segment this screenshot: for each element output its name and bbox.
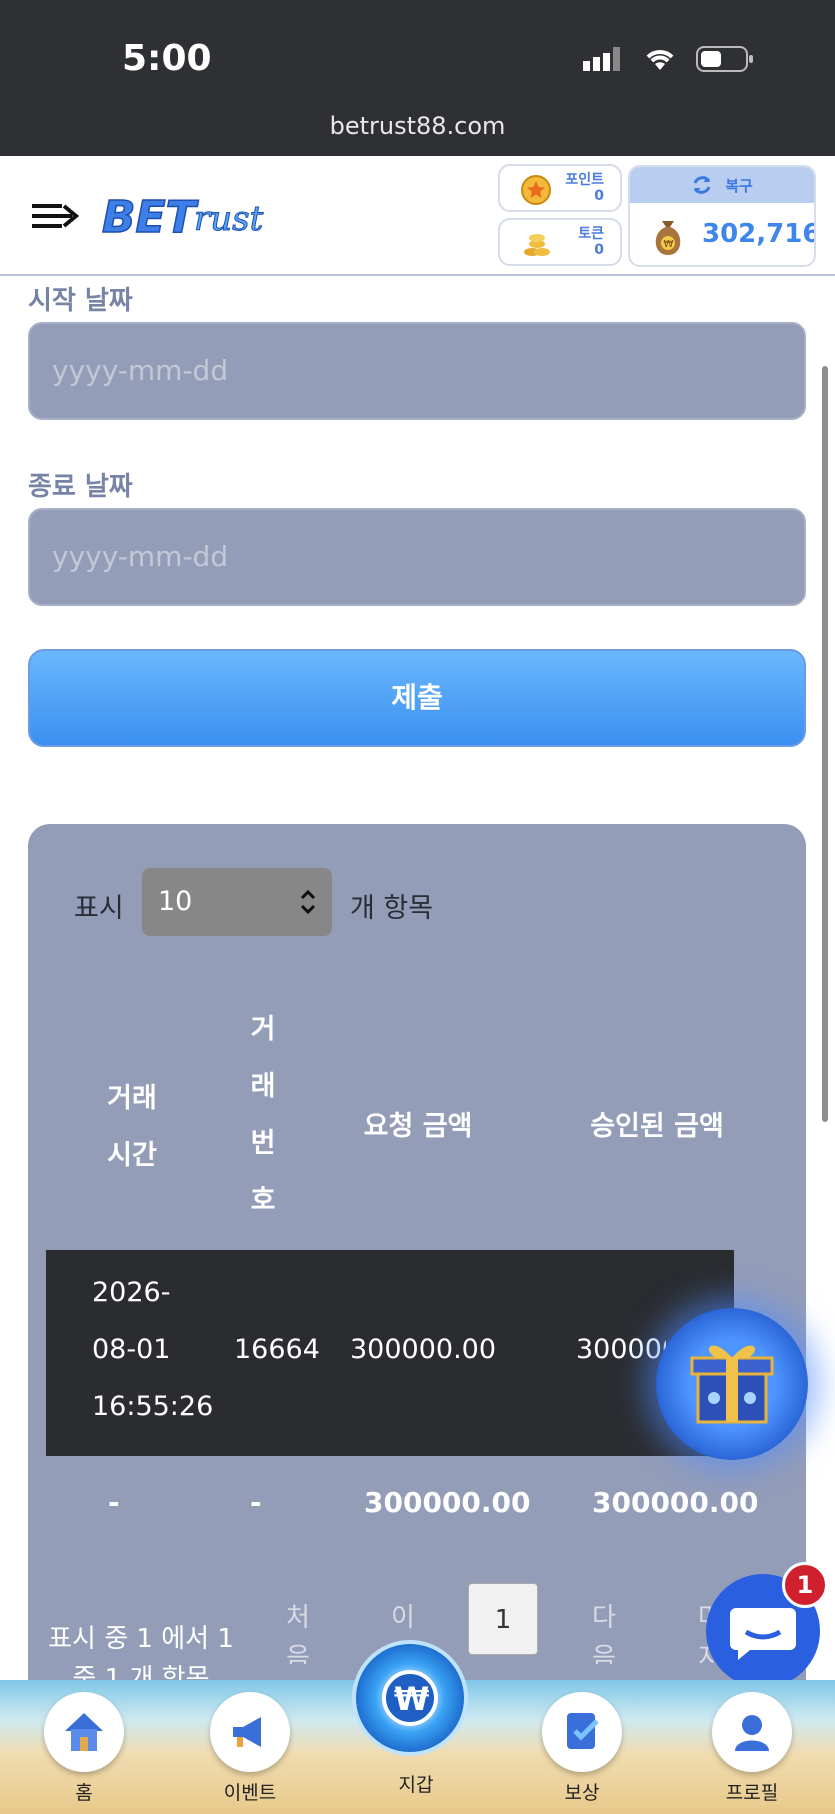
svg-text:₩: ₩ [394, 1680, 429, 1718]
footer-requested: 300000.00 [364, 1486, 531, 1519]
header-id[interactable]: 거 래 번 호 [238, 1001, 288, 1229]
header-requested[interactable]: 요청 금액 [352, 1098, 484, 1155]
header-time[interactable]: 거래 시간 [92, 1070, 172, 1184]
nav-rewards-label: 보상 [564, 1782, 600, 1804]
nav-home-label: 홈 [75, 1782, 93, 1804]
page-current[interactable]: 1 [468, 1583, 538, 1655]
nav-wallet-label: 지갑 [398, 1774, 434, 1796]
row-approved: 300000.00 [576, 1334, 666, 1365]
restore-button[interactable]: 복구 [630, 167, 814, 203]
status-bar: 5:00 betrust88.com [0, 0, 835, 156]
money-bag-icon: ₩ [655, 221, 681, 255]
points-value: 0 [594, 188, 604, 204]
gift-button[interactable] [656, 1308, 808, 1460]
balance-box[interactable]: 복구 ₩ 302,716 [628, 165, 816, 267]
url-bar[interactable]: betrust88.com [0, 112, 835, 140]
nav-events[interactable]: 이벤트 [200, 1692, 300, 1805]
megaphone-icon [233, 1717, 261, 1747]
nav-home[interactable]: 홈 [34, 1692, 134, 1805]
end-date-label: 종료 날짜 [28, 472, 133, 502]
coins-icon [524, 234, 550, 256]
wallet-icon: ₩ [382, 1670, 438, 1726]
show-label: 표시 [74, 893, 124, 924]
menu-icon[interactable] [30, 200, 80, 232]
nav-profile[interactable]: 프로필 [702, 1692, 802, 1805]
token-value: 0 [594, 242, 604, 258]
footer-id: - [250, 1486, 262, 1519]
svg-text:rust: rust [194, 199, 264, 239]
row-id: 16664 [234, 1334, 320, 1365]
header-approved[interactable]: 승인된 금액 [580, 1098, 734, 1155]
page-first[interactable]: 처 음 [278, 1598, 318, 1664]
restore-label: 복구 [725, 176, 753, 195]
refresh-icon [693, 176, 711, 194]
status-icons [581, 44, 755, 74]
row-time: 2026- 08-01 16:55:26 [92, 1277, 214, 1422]
end-date-input[interactable]: yyyy-mm-dd [28, 508, 806, 606]
chevron-updown-icon [300, 889, 316, 915]
rewards-icon [567, 1713, 599, 1749]
points-label: 포인트 [565, 172, 604, 188]
status-time: 5:00 [122, 38, 212, 79]
svg-text:BET: BET [102, 192, 199, 243]
profile-icon [735, 1715, 769, 1751]
wifi-icon [646, 50, 674, 70]
wallet-nav-button[interactable]: ₩ [352, 1640, 468, 1756]
token-label: 토큰 [578, 226, 604, 242]
logo[interactable]: BET rust [100, 186, 290, 246]
star-icon [521, 175, 551, 205]
submit-button[interactable]: 제출 [28, 649, 806, 747]
page-next[interactable]: 다 음 [584, 1598, 624, 1664]
chat-badge: 1 [782, 1562, 828, 1608]
svg-text:₩: ₩ [664, 239, 674, 250]
page-size-value: 10 [158, 886, 193, 917]
gift-box-icon [690, 1345, 774, 1424]
footer-approved: 300000.00 [592, 1486, 759, 1519]
main-content: 시작 날짜 yyyy-mm-dd 종료 날짜 yyyy-mm-dd 제출 표시 … [0, 276, 835, 1724]
start-date-input[interactable]: yyyy-mm-dd [28, 322, 806, 420]
table-info: 표시 중 1 에서 1 중 1 개 항목 [48, 1624, 234, 1683]
nav-wallet[interactable]: 지갑 [366, 1770, 466, 1797]
signal-icon [583, 47, 620, 71]
home-icon [65, 1713, 103, 1751]
token-pill[interactable]: 토큰 0 [498, 218, 622, 266]
page-size-select[interactable]: 10 [142, 868, 332, 936]
entries-label: 개 항목 [350, 893, 434, 924]
nav-events-label: 이벤트 [223, 1782, 277, 1804]
points-pill[interactable]: 포인트 0 [498, 164, 622, 212]
footer-time: - [108, 1486, 120, 1519]
row-requested: 300000.00 [350, 1334, 497, 1365]
nav-rewards[interactable]: 보상 [532, 1692, 632, 1805]
battery-icon [696, 46, 753, 72]
balance-amount: 302,716 [702, 219, 816, 249]
nav-profile-label: 프로필 [725, 1782, 779, 1804]
start-date-label: 시작 날짜 [28, 286, 133, 316]
scrollbar[interactable] [822, 366, 828, 1122]
